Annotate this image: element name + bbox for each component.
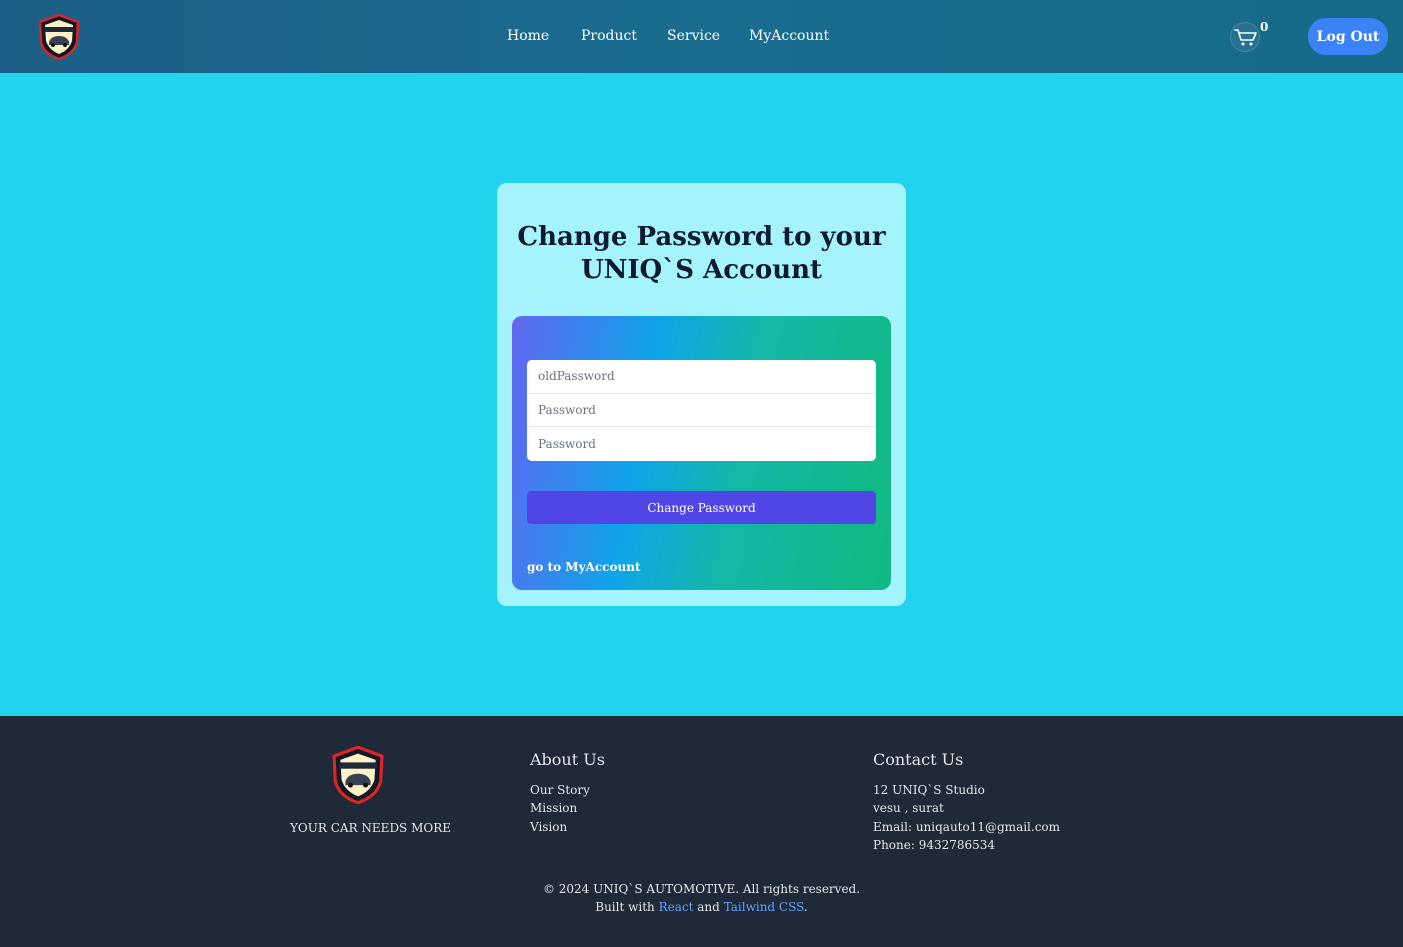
contact-address-line2: vesu , surat xyxy=(873,801,944,816)
built-with-text: Built with React and Tailwind CSS. xyxy=(0,900,1403,914)
page-title: Change Password to your UNIQ`S Account xyxy=(497,221,906,287)
about-item-vision[interactable]: Vision xyxy=(530,818,605,836)
top-navbar: Home Product Service MyAccount 0 Log Out xyxy=(0,0,1403,73)
cart-button[interactable] xyxy=(1230,22,1260,52)
about-title: About Us xyxy=(530,750,605,769)
contact-title: Contact Us xyxy=(873,750,964,769)
title-line-2: UNIQ`S Account xyxy=(580,255,823,285)
contact-address-line1: 12 UNIQ`S Studio xyxy=(873,783,985,797)
nav-service[interactable]: Service xyxy=(667,28,720,44)
footer-contact-section: Contact Us 12 UNIQ`S Studio vesu , surat… xyxy=(873,750,1060,854)
nav-home[interactable]: Home xyxy=(507,28,549,44)
contact-email: Email: uniqauto11@gmail.com xyxy=(873,819,1061,834)
copyright-text: © 2024 UNIQ`S AUTOMOTIVE. All rights res… xyxy=(542,882,861,896)
change-password-card: Change Password to your UNIQ`S Account C… xyxy=(497,183,906,606)
about-item-our-story[interactable]: Our Story xyxy=(530,781,605,799)
built-prefix: Built with xyxy=(595,900,655,914)
footer-tagline: YOUR CAR NEEDS MORE xyxy=(290,821,452,835)
new-password-input[interactable] xyxy=(527,393,876,428)
about-item-mission[interactable]: Mission xyxy=(530,799,605,817)
cart-count-badge: 0 xyxy=(1260,20,1269,34)
password-fields-group xyxy=(527,360,876,461)
built-and: and xyxy=(697,900,720,914)
logout-button[interactable]: Log Out xyxy=(1308,18,1388,55)
main-nav: Home Product Service MyAccount xyxy=(0,28,1403,48)
nav-myaccount[interactable]: MyAccount xyxy=(749,28,829,44)
react-link[interactable]: React xyxy=(659,900,694,914)
goto-myaccount-link[interactable]: go to MyAccount xyxy=(527,560,640,574)
footer-logo xyxy=(329,745,387,805)
footer-about-section: About Us Our Story Mission Vision xyxy=(530,750,605,836)
title-line-1: Change Password to your xyxy=(517,222,886,252)
contact-phone: Phone: 9432786534 xyxy=(873,837,996,852)
tailwind-link[interactable]: Tailwind CSS xyxy=(724,900,804,914)
confirm-password-input[interactable] xyxy=(527,427,876,461)
nav-product[interactable]: Product xyxy=(581,28,637,44)
old-password-input[interactable] xyxy=(527,360,876,394)
cart-icon xyxy=(1234,29,1257,46)
change-password-button[interactable]: Change Password xyxy=(527,491,876,524)
change-password-form: Change Password go to MyAccount xyxy=(512,316,891,590)
built-suffix: . xyxy=(803,900,808,914)
site-footer: YOUR CAR NEEDS MORE About Us Our Story M… xyxy=(0,716,1403,947)
